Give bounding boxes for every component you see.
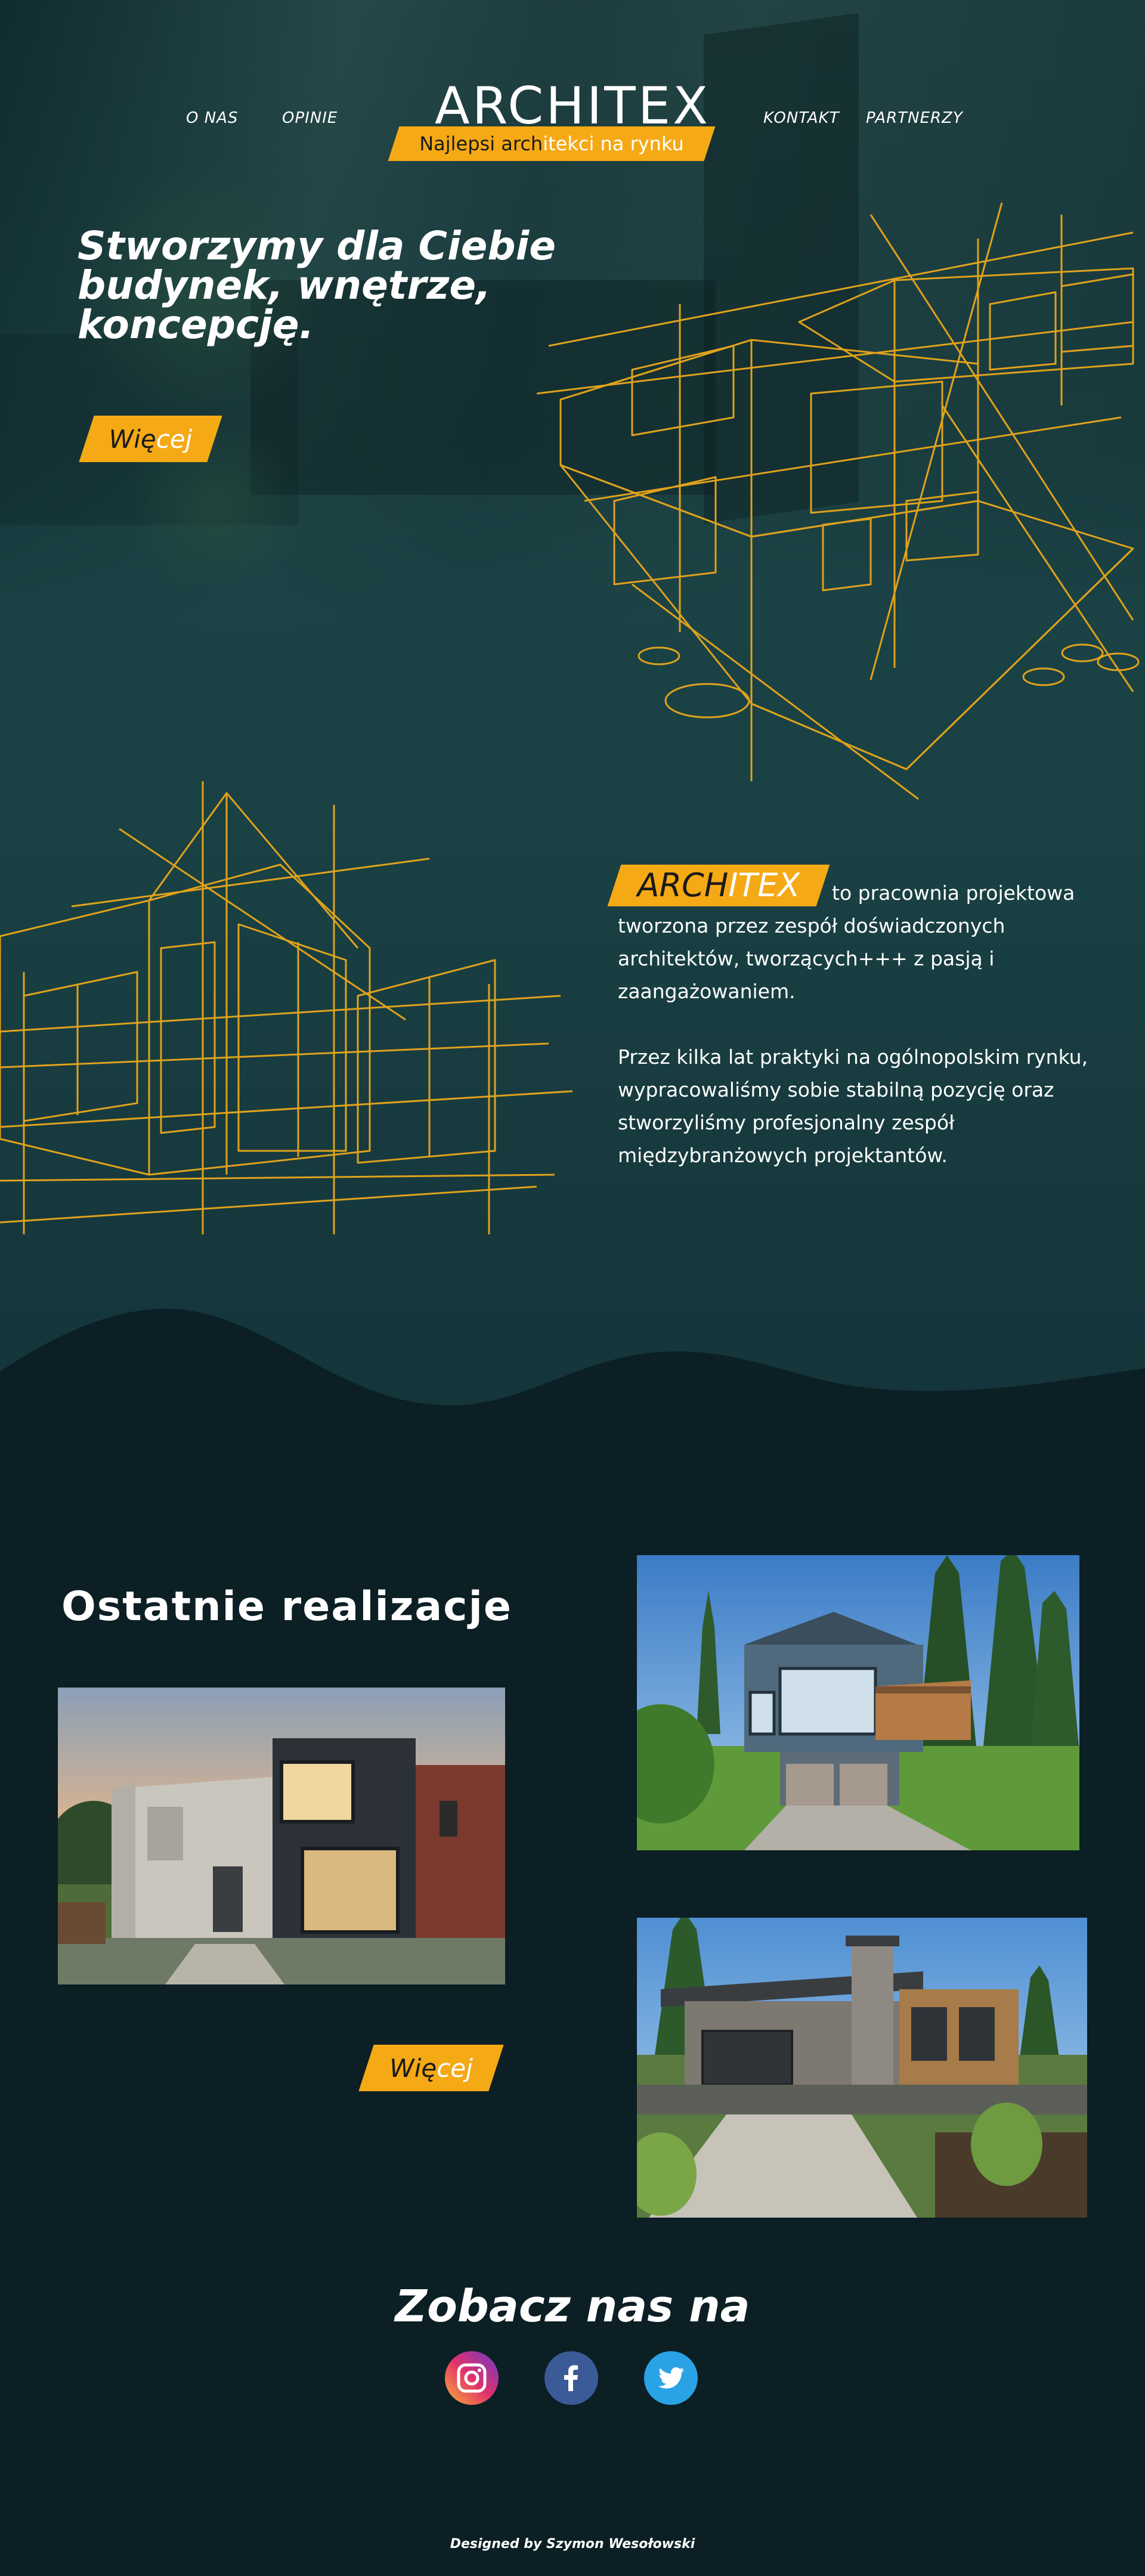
instagram-icon[interactable] [445, 2351, 499, 2405]
button-label-start: Wię [389, 2053, 437, 2083]
button-label-start: Wię [109, 424, 156, 454]
about-line: zaangażowaniem. [618, 980, 796, 1003]
nav-partners-link[interactable]: PARTNERZY [866, 109, 963, 127]
hero-section: O NAS OPINIE KONTAKT PARTNERZY ARCHITEX … [0, 0, 1145, 1431]
social-heading: Zobacz nas na [395, 2281, 750, 2332]
about-brand-badge: ARCHITEX [607, 865, 830, 906]
hero-heading: Stworzymy dla Ciebie budynek, wnętrze, k… [78, 223, 556, 348]
brand-badge-text: ARCHITEX [614, 865, 823, 906]
hero-more-button[interactable]: Więcej [79, 416, 222, 462]
project-photo-3-image [637, 1918, 1087, 2218]
button-label: Więcej [109, 425, 193, 454]
nav-reviews-link[interactable]: OPINIE [282, 109, 338, 127]
tagline-highlight: itekci na rynku [543, 132, 684, 155]
tagline-start: Najlepsi arch [419, 132, 543, 155]
facebook-icon[interactable] [544, 2351, 598, 2405]
twitter-icon[interactable] [644, 2351, 698, 2405]
about-line: tworzona przez zespół doświadczonych [618, 914, 1005, 937]
about-line: wypracowaliśmy sobie stabilną pozycję or… [618, 1078, 1054, 1101]
button-label: Więcej [389, 2054, 473, 2083]
nav-about-link[interactable]: O NAS [186, 109, 238, 127]
about-line: to pracownia projektowa [832, 881, 1075, 905]
project-photo-2[interactable] [637, 1555, 1079, 1850]
realizations-more-button[interactable]: Więcej [358, 2045, 504, 2091]
about-line: międzybranżowych projektantów. [618, 1144, 948, 1167]
logo-tagline: Najlepsi architekci na rynku [394, 130, 710, 160]
footer-credit: Designed by Szymon Wesołowski [450, 2537, 695, 2552]
about-line: architektów, tworzących+++ z pasją i [618, 947, 995, 970]
twitter-glyph [658, 2367, 684, 2389]
project-photo-1-image [58, 1688, 505, 1984]
button-label-highlight: cej [437, 2053, 473, 2083]
about-line: stworzyliśmy profesjonalny zespół [618, 1111, 955, 1134]
project-photo-1[interactable] [58, 1688, 505, 1984]
project-photo-3[interactable] [637, 1918, 1087, 2218]
building-sketch-illustration [0, 781, 572, 1234]
brand-start: ARCH [637, 866, 729, 904]
nav-contact-link[interactable]: KONTAKT [763, 109, 839, 127]
about-line: Przez kilka lat praktyki na ogólnopolski… [618, 1045, 1088, 1069]
house-sketch-illustration [537, 202, 1140, 800]
realizations-title: Ostatnie realizacje [61, 1583, 513, 1630]
project-photo-2-image [637, 1555, 1079, 1850]
facebook-glyph [564, 2365, 578, 2391]
instagram-glyph [457, 2363, 487, 2393]
button-label-highlight: cej [156, 424, 193, 454]
wave-divider [0, 1308, 1145, 1443]
brand-highlight: ITEX [728, 866, 800, 904]
